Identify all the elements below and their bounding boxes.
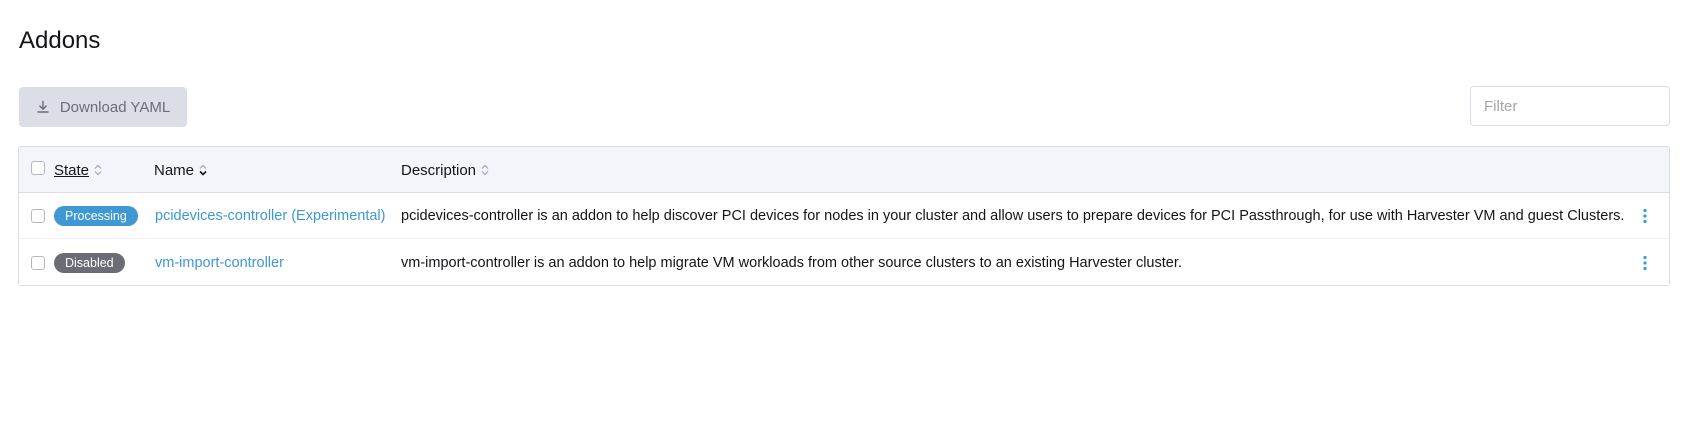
column-header-name-label: Name <box>154 161 195 179</box>
description-cell: vm-import-controller is an addon to help… <box>401 255 1182 271</box>
page-title: Addons <box>19 27 101 54</box>
status-badge: Disabled <box>54 253 125 273</box>
description-cell: pcidevices-controller is an addon to hel… <box>401 208 1625 224</box>
column-header-description[interactable]: Description <box>401 147 490 193</box>
name-cell: vm-import-controller <box>155 240 284 285</box>
select-all-checkbox[interactable] <box>31 161 45 175</box>
state-cell: Processing <box>54 193 138 239</box>
filter-input[interactable] <box>1470 86 1670 126</box>
sort-icon <box>480 163 490 177</box>
row-checkbox[interactable] <box>31 256 45 270</box>
table-row: Disabled vm-import-controller vm-import-… <box>19 240 1669 285</box>
table-header: State Name Description <box>19 147 1669 193</box>
sort-down-icon <box>198 163 208 177</box>
addons-page: Addons Download YAML State <box>0 0 1689 443</box>
column-header-description-label: Description <box>401 161 477 179</box>
table-row: Processing pcidevices-controller (Experi… <box>19 193 1669 239</box>
column-header-state-label: State <box>54 161 90 179</box>
download-icon <box>36 100 50 114</box>
row-actions-button[interactable] <box>1635 193 1655 239</box>
kebab-menu-icon <box>1643 208 1647 224</box>
column-header-name[interactable]: Name <box>154 147 208 193</box>
addon-name-link[interactable]: pcidevices-controller (Experimental) <box>155 208 385 224</box>
state-cell: Disabled <box>54 240 125 285</box>
status-badge: Processing <box>54 206 138 226</box>
name-cell: pcidevices-controller (Experimental) <box>155 193 385 239</box>
kebab-menu-icon <box>1643 255 1647 271</box>
column-header-state[interactable]: State <box>54 147 103 193</box>
row-actions-button[interactable] <box>1635 240 1655 285</box>
download-yaml-label: Download YAML <box>59 98 171 116</box>
row-checkbox[interactable] <box>31 209 45 223</box>
sort-icon <box>93 163 103 177</box>
download-yaml-button[interactable]: Download YAML <box>19 87 187 127</box>
addon-name-link[interactable]: vm-import-controller <box>155 255 284 271</box>
addons-table: State Name Description Processing pcidev… <box>18 146 1670 286</box>
